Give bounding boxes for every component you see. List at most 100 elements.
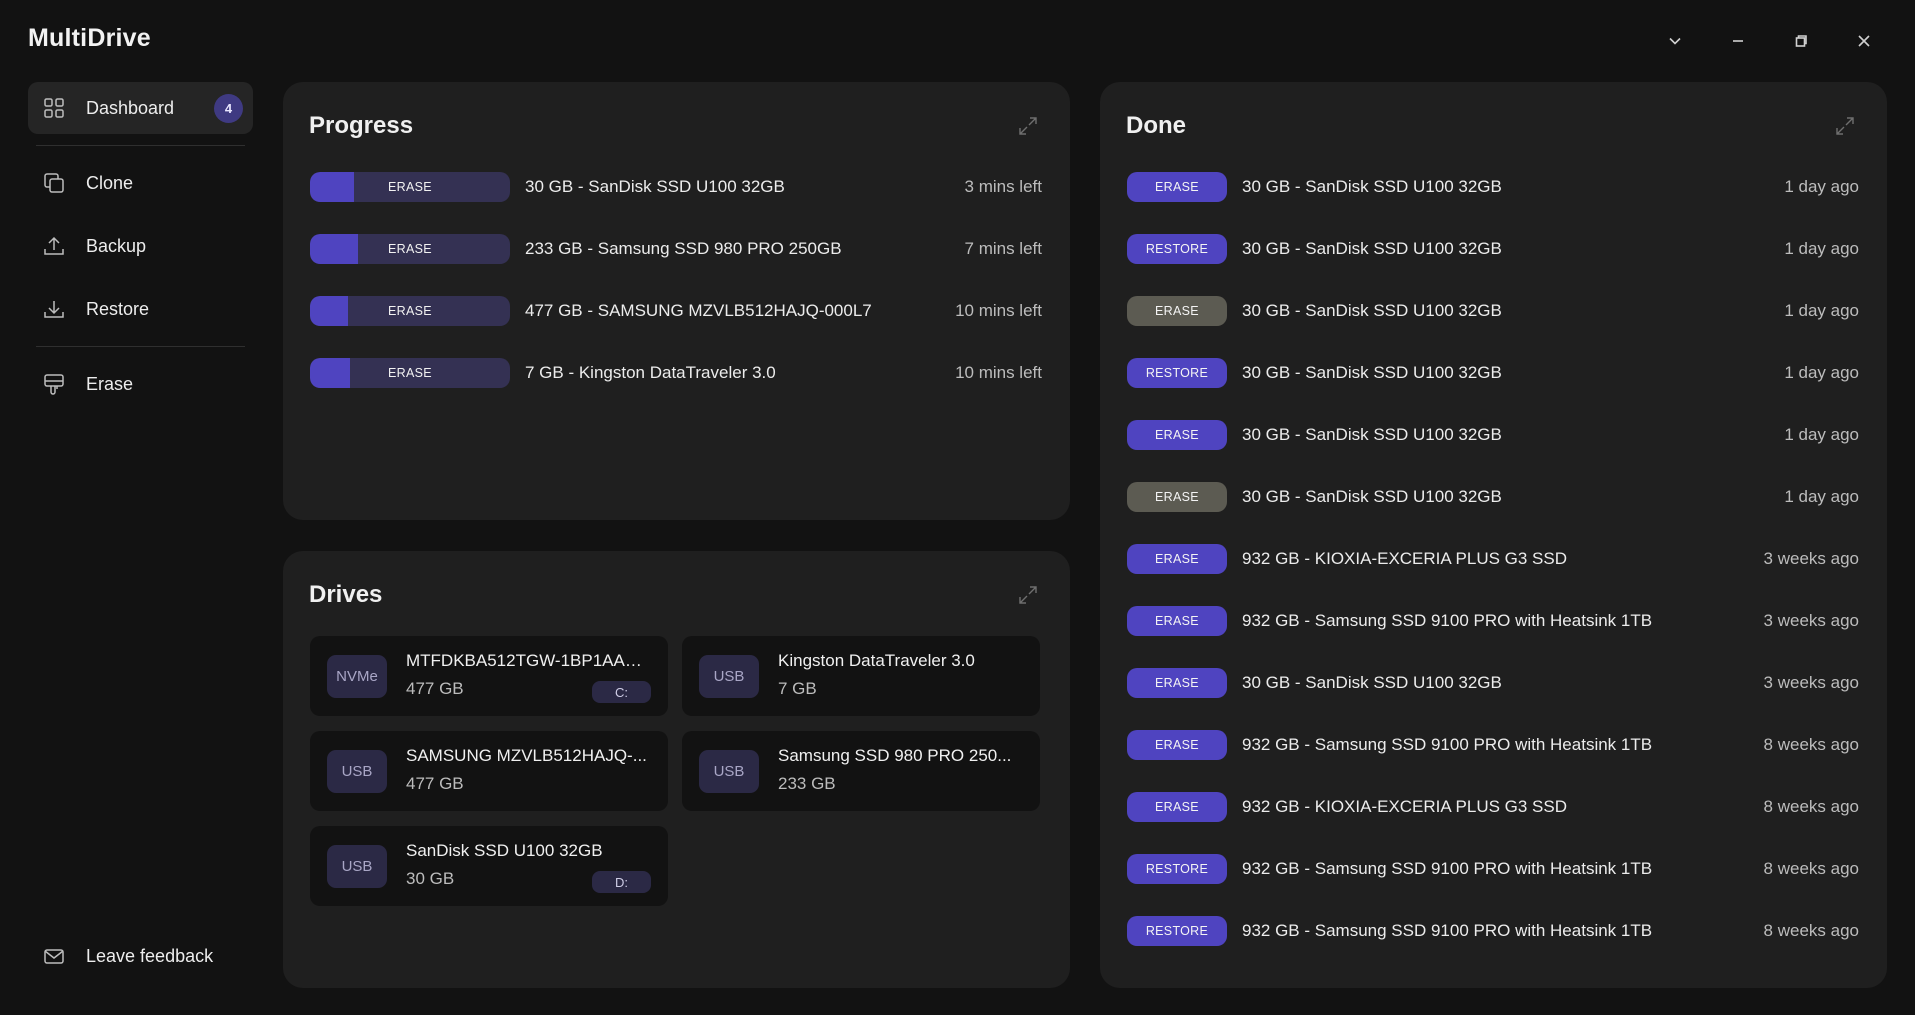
drive-label: 30 GB - SanDisk SSD U100 32GB [525, 177, 785, 196]
done-row[interactable]: ERASE 30 GB - SanDisk SSD U100 32GB 1 day … [1127, 419, 1859, 451]
operation-tag: ERASE [1127, 730, 1227, 760]
operation-tag: RESTORE [1127, 916, 1227, 946]
done-row[interactable]: ERASE 932 GB - KIOXIA-EXCERIA PLUS G3 SSD… [1127, 791, 1859, 823]
completed-time: 3 weeks ago [1763, 673, 1859, 692]
mail-icon [42, 944, 66, 968]
progress-bar: ERASE [310, 358, 510, 388]
close-icon[interactable] [1832, 26, 1895, 56]
done-row[interactable]: RESTORE 30 GB - SanDisk SSD U100 32GB 1 da… [1127, 357, 1859, 389]
sidebar-item-backup[interactable]: Backup [28, 220, 253, 272]
done-row[interactable]: ERASE 932 GB - KIOXIA-EXCERIA PLUS G3 SSD… [1127, 543, 1859, 575]
operation-tag: ERASE [1127, 482, 1227, 512]
drive-label: 233 GB - Samsung SSD 980 PRO 250GB [525, 239, 842, 258]
sidebar-item-label: Backup [86, 235, 147, 256]
done-row[interactable]: ERASE 932 GB - Samsung SSD 9100 PRO with … [1127, 605, 1859, 637]
expand-icon[interactable] [1016, 114, 1040, 138]
operation-tag: ERASE [1127, 420, 1227, 450]
progress-row[interactable]: ERASE 30 GB - SanDisk SSD U100 32GB 3 mins… [310, 171, 1042, 203]
operation-tag: ERASE [1127, 172, 1227, 202]
drive-label: 932 GB - Samsung SSD 9100 PRO with Heats… [1242, 921, 1653, 940]
time-remaining: 10 mins left [955, 301, 1042, 320]
restore-icon[interactable] [1769, 26, 1832, 56]
done-row[interactable]: RESTORE 932 GB - Samsung SSD 9100 PRO wit… [1127, 853, 1859, 885]
drive-name: SAMSUNG MZVLB512HAJQ-... [406, 746, 647, 765]
drive-label: 30 GB - SanDisk SSD U100 32GB [1242, 425, 1502, 444]
done-row[interactable]: ERASE 30 GB - SanDisk SSD U100 32GB 1 day … [1127, 295, 1859, 327]
progress-row[interactable]: ERASE 477 GB - SAMSUNG MZVLB512HAJQ-000L7… [310, 295, 1042, 327]
progress-row[interactable]: ERASE 233 GB - Samsung SSD 980 PRO 250GB 7… [310, 233, 1042, 265]
drive-size: 477 GB [406, 774, 464, 793]
completed-time: 1 day ago [1784, 301, 1859, 320]
panel-title: Progress [309, 112, 414, 139]
completed-time: 8 weeks ago [1763, 859, 1859, 878]
drive-name: Kingston DataTraveler 3.0 [778, 651, 975, 670]
divider [36, 145, 245, 146]
count-badge: 4 [214, 94, 243, 123]
drive-letter-badge: D: [592, 871, 651, 893]
drive-label: 30 GB - SanDisk SSD U100 32GB [1242, 487, 1502, 506]
done-panel: Done ERASE 30 GB - SanDisk SSD U100 32GB 1… [1100, 82, 1887, 988]
time-remaining: 7 mins left [964, 239, 1042, 258]
upload-icon [42, 234, 66, 258]
window-controls [1643, 26, 1895, 56]
completed-time: 1 day ago [1784, 425, 1859, 444]
progress-row[interactable]: ERASE 7 GB - Kingston DataTraveler 3.0 10 … [310, 357, 1042, 389]
chevron-down-icon[interactable] [1643, 26, 1706, 56]
drive-type-badge: USB [699, 750, 759, 793]
done-row[interactable]: ERASE 30 GB - SanDisk SSD U100 32GB 3 week… [1127, 667, 1859, 699]
sidebar-item-erase[interactable]: Erase [28, 358, 253, 410]
operation-tag: ERASE [388, 366, 432, 380]
grid-icon [42, 96, 66, 120]
operation-tag: RESTORE [1127, 358, 1227, 388]
operation-tag: ERASE [1127, 792, 1227, 822]
operation-tag: ERASE [1127, 296, 1227, 326]
drive-type-badge: USB [327, 845, 387, 888]
sidebar-item-label: Clone [86, 172, 134, 193]
time-remaining: 10 mins left [955, 363, 1042, 382]
done-row[interactable]: RESTORE 932 GB - Samsung SSD 9100 PRO wit… [1127, 915, 1859, 947]
sidebar-item-restore[interactable]: Restore [28, 283, 253, 335]
progress-panel: Progress ERASE 30 GB - SanDisk SSD U100 3… [283, 82, 1070, 520]
copy-icon [42, 171, 66, 195]
divider [36, 346, 245, 347]
operation-tag: RESTORE [1127, 854, 1227, 884]
drive-label: 30 GB - SanDisk SSD U100 32GB [1242, 673, 1502, 692]
done-row[interactable]: RESTORE 30 GB - SanDisk SSD U100 32GB 1 da… [1127, 233, 1859, 265]
drive-label: 932 GB - KIOXIA-EXCERIA PLUS G3 SSD [1242, 797, 1568, 816]
drive-type-badge: USB [699, 655, 759, 698]
drive-label: 30 GB - SanDisk SSD U100 32GB [1242, 177, 1502, 196]
drive-label: 30 GB - SanDisk SSD U100 32GB [1242, 301, 1502, 320]
progress-bar: ERASE [310, 234, 510, 264]
drive-name: MTFDKBA512TGW-1BP1AABHA [406, 651, 651, 670]
drive-card[interactable]: USB Samsung SSD 980 PRO 250... 233 GB [682, 731, 1040, 811]
done-row[interactable]: ERASE 30 GB - SanDisk SSD U100 32GB 1 day … [1127, 481, 1859, 513]
drive-size: 233 GB [778, 774, 836, 793]
completed-time: 8 weeks ago [1763, 797, 1859, 816]
download-icon [42, 297, 66, 321]
minimize-icon[interactable] [1706, 26, 1769, 56]
drive-card[interactable]: USB SanDisk SSD U100 32GB 30 GB D: [310, 826, 668, 906]
sidebar: Dashboard 4 Clone Backup Restore Erase L… [28, 82, 253, 982]
app-title: MultiDrive [28, 24, 151, 52]
drive-card[interactable]: NVMe MTFDKBA512TGW-1BP1AABHA 477 GB C: [310, 636, 668, 716]
operation-tag: ERASE [1127, 606, 1227, 636]
sidebar-item-dashboard[interactable]: Dashboard 4 [28, 82, 253, 134]
panel-title: Drives [309, 581, 383, 608]
drive-card[interactable]: USB Kingston DataTraveler 3.0 7 GB [682, 636, 1040, 716]
drive-card[interactable]: USB SAMSUNG MZVLB512HAJQ-... 477 GB [310, 731, 668, 811]
progress-bar: ERASE [310, 172, 510, 202]
done-row[interactable]: ERASE 932 GB - Samsung SSD 9100 PRO with … [1127, 729, 1859, 761]
drive-label: 7 GB - Kingston DataTraveler 3.0 [525, 363, 776, 382]
operation-tag: ERASE [388, 304, 432, 318]
expand-icon[interactable] [1833, 114, 1857, 138]
done-row[interactable]: ERASE 30 GB - SanDisk SSD U100 32GB 1 day … [1127, 171, 1859, 203]
drive-size: 30 GB [406, 869, 455, 888]
leave-feedback-button[interactable]: Leave feedback [28, 936, 213, 976]
completed-time: 3 weeks ago [1763, 549, 1859, 568]
sidebar-item-label: Restore [86, 298, 150, 319]
drive-size: 477 GB [406, 679, 464, 698]
expand-icon[interactable] [1016, 583, 1040, 607]
completed-time: 1 day ago [1784, 177, 1859, 196]
sidebar-item-clone[interactable]: Clone [28, 157, 253, 209]
operation-tag: RESTORE [1127, 234, 1227, 264]
